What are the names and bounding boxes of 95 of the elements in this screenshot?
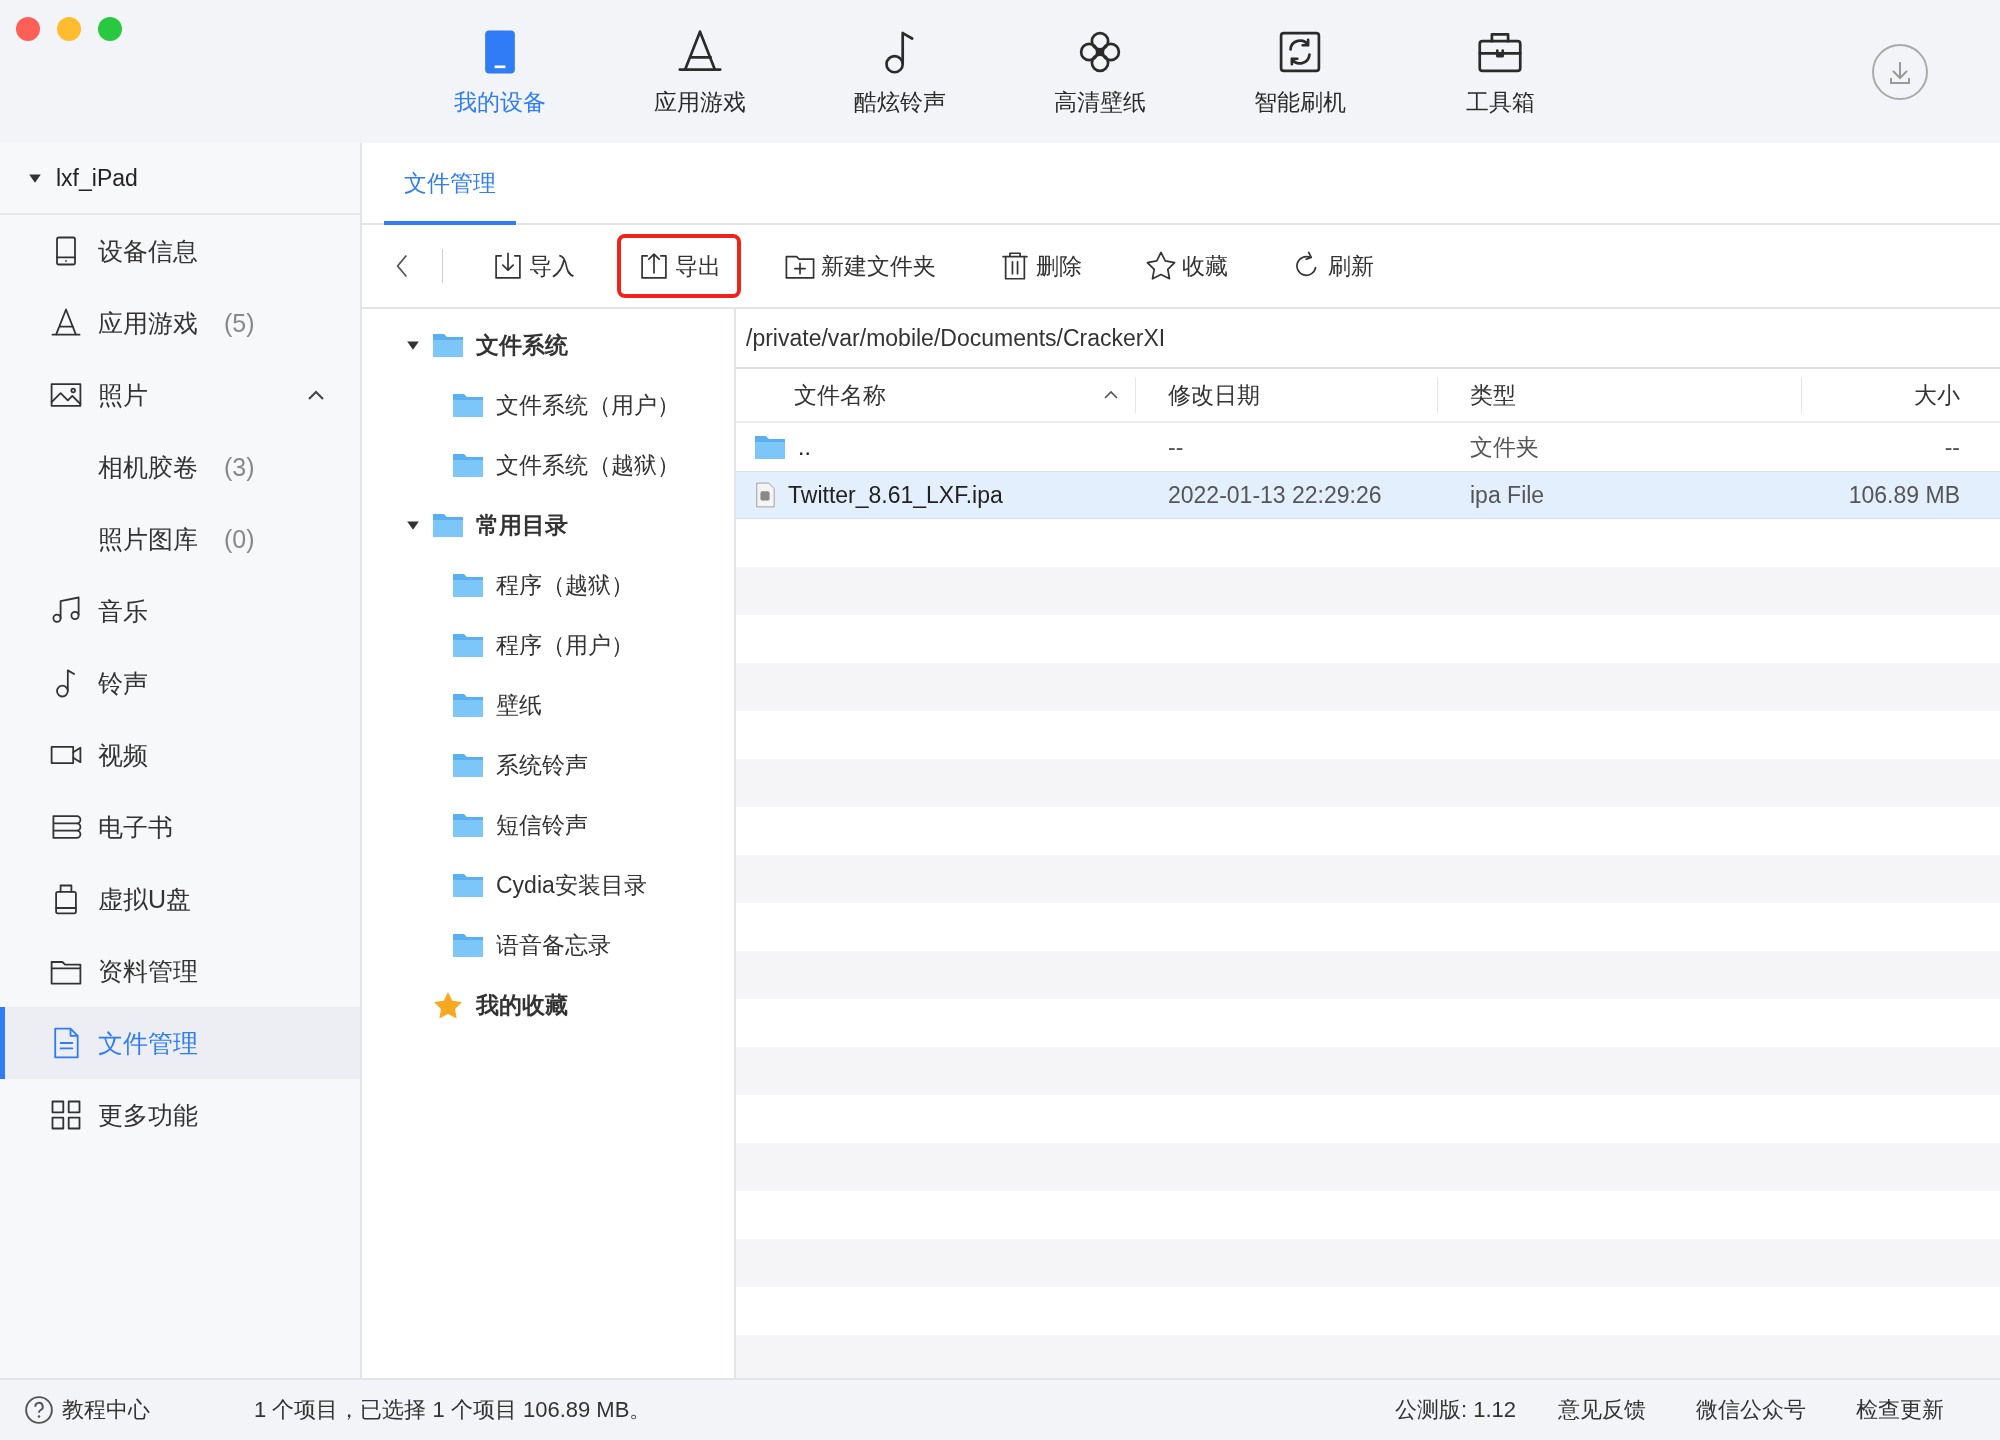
sidebar-item[interactable]: 相机胶卷 (3) [0, 431, 360, 503]
folder-icon [754, 433, 786, 461]
modified-date: 2022-01-13 22:29:26 [1168, 481, 1382, 509]
file-icon [754, 482, 776, 508]
sidebar-item[interactable]: 音乐 [0, 575, 360, 647]
item-label: 文件管理 [98, 1027, 198, 1059]
close-window-button[interactable] [16, 17, 40, 41]
nav-tab[interactable]: 我的设备 [400, 6, 600, 137]
item-label: 视频 [98, 739, 148, 771]
star-icon [1144, 249, 1178, 283]
back-chevron-icon [395, 253, 409, 279]
folder-icon [452, 871, 484, 899]
item-label: 设备信息 [98, 235, 198, 267]
item-label: 更多功能 [98, 1099, 198, 1131]
file-name: Twitter_8.61_LXF.ipa [788, 481, 1003, 509]
device-name: lxf_iPad [56, 164, 138, 192]
file-row[interactable]: Twitter_8.61_LXF.ipa 2022-01-13 22:29:26 ipa File 106.89 MB [736, 471, 2000, 519]
file-type: ipa File [1470, 481, 1545, 509]
tree-item[interactable]: 短信铃声 [362, 795, 734, 855]
toolbar-button[interactable]: 导入 [471, 234, 595, 298]
tree-item[interactable]: 程序（用户） [362, 615, 734, 675]
device-header[interactable]: lxf_iPad [0, 143, 360, 215]
selection-summary: 1 个项目，已选择 1 个项目 106.89 MB。 [254, 1396, 652, 1424]
item-label: 铃声 [98, 667, 148, 699]
tree-item[interactable]: 文件系统（用户） [362, 375, 734, 435]
download-button[interactable] [1872, 43, 1928, 100]
folder-icon [452, 931, 484, 959]
help-link[interactable]: 教程中心 [24, 1395, 150, 1425]
folder-icon [432, 331, 464, 359]
sidebar-item[interactable]: 电子书 [0, 791, 360, 863]
sidebar-item[interactable]: 照片 [0, 359, 360, 431]
chevron-icon[interactable] [306, 389, 326, 401]
sidebar-item[interactable]: 虚拟U盘 [0, 863, 360, 935]
tab[interactable]: 文件管理 [384, 145, 516, 225]
folder-icon [432, 511, 464, 539]
tree-item[interactable]: 语音备忘录 [362, 915, 734, 975]
item-label: 音乐 [98, 595, 148, 627]
tree-item[interactable]: 常用目录 [362, 495, 734, 555]
status-link[interactable]: 微信公众号 [1696, 1395, 1806, 1425]
tree-item[interactable]: 壁纸 [362, 675, 734, 735]
sidebar-item[interactable]: 视频 [0, 719, 360, 791]
item-count: (0) [224, 524, 255, 554]
tree-item[interactable]: 文件系统 [362, 315, 734, 375]
tree-item[interactable]: 我的收藏 [362, 975, 734, 1035]
nav-tab[interactable]: 酷炫铃声 [800, 6, 1000, 137]
tree-item[interactable]: 文件系统（越狱） [362, 435, 734, 495]
nav-tab[interactable]: 高清壁纸 [1000, 6, 1200, 137]
item-label: 照片 [98, 379, 148, 411]
folder-icon [452, 631, 484, 659]
file-name: .. [798, 433, 811, 461]
sidebar-item[interactable]: 铃声 [0, 647, 360, 719]
sidebar-item[interactable]: 照片图库 (0) [0, 503, 360, 575]
path-text: /private/var/mobile/Documents/CrackerXI [736, 309, 2000, 369]
item-label: 照片图库 [98, 523, 198, 555]
toolbar-button[interactable]: 刷新 [1270, 234, 1394, 298]
tree-item[interactable]: 程序（越狱） [362, 555, 734, 615]
toolbar-button[interactable]: 收藏 [1124, 234, 1248, 298]
nav-tab[interactable]: 应用游戏 [600, 6, 800, 137]
tree-item[interactable]: 系统铃声 [362, 735, 734, 795]
folder-icon [452, 811, 484, 839]
column-header[interactable]: 修改日期 [1136, 377, 1438, 413]
item-label: 应用游戏 [98, 307, 198, 339]
modified-date: -- [1168, 433, 1184, 461]
folder-icon [452, 391, 484, 419]
tree-item[interactable]: Cydia安装目录 [362, 855, 734, 915]
status-link[interactable]: 检查更新 [1856, 1395, 1944, 1425]
item-label: 资料管理 [98, 955, 198, 987]
file-type: 文件夹 [1470, 432, 1539, 462]
status-link[interactable]: 意见反馈 [1558, 1395, 1646, 1425]
column-header[interactable]: 大小 [1802, 377, 2000, 413]
item-label: 虚拟U盘 [98, 883, 192, 915]
nav-tab[interactable]: 工具箱 [1400, 6, 1600, 137]
toolbar-button[interactable]: 新建文件夹 [763, 234, 956, 298]
file-size: 106.89 MB [1848, 481, 1960, 509]
sidebar-item[interactable]: 应用游戏 (5) [0, 287, 360, 359]
help-icon [24, 1395, 54, 1425]
folder-icon [452, 751, 484, 779]
item-count: (3) [224, 452, 255, 482]
folder-icon [452, 451, 484, 479]
item-count: (5) [224, 308, 255, 338]
file-size: -- [1944, 433, 1960, 461]
sidebar-item[interactable]: 资料管理 [0, 935, 360, 1007]
version-text: 公测版: 1.12 [1394, 1396, 1516, 1424]
toolbar-button[interactable]: 删除 [978, 234, 1102, 298]
sidebar-item[interactable]: 设备信息 [0, 215, 360, 287]
item-label: 相机胶卷 [98, 451, 198, 483]
column-header[interactable]: 类型 [1438, 377, 1802, 413]
column-header[interactable]: 文件名称 [736, 377, 1136, 413]
item-label: 电子书 [98, 811, 173, 843]
sidebar-item[interactable]: 更多功能 [0, 1079, 360, 1151]
folder-icon [452, 571, 484, 599]
toolbar-button[interactable]: 导出 [617, 234, 741, 298]
star-icon [432, 991, 464, 1019]
folder-icon [452, 691, 484, 719]
nav-tab[interactable]: 智能刷机 [1200, 6, 1400, 137]
